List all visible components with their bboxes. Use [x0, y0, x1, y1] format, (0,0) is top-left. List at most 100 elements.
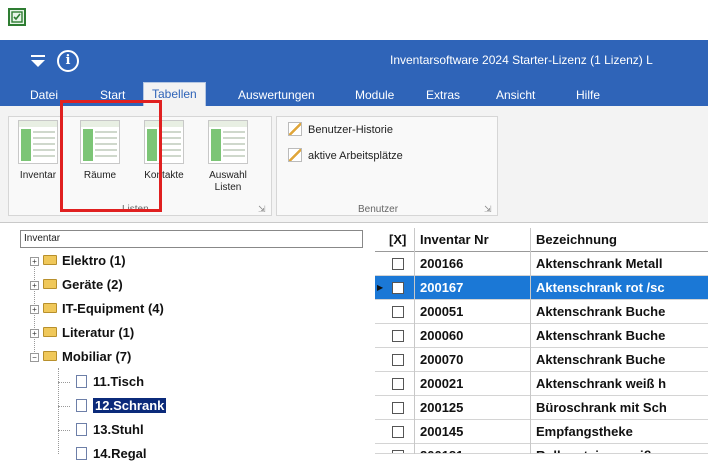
- table-row[interactable]: 200070 Aktenschrank Buche: [375, 348, 708, 372]
- column-separator[interactable]: [530, 228, 531, 454]
- row-checkbox[interactable]: [392, 330, 404, 342]
- aktive-arbeitsplaetze-label: aktive Arbeitsplätze: [308, 150, 403, 162]
- tree-item-it-equipment[interactable]: + IT-Equipment (4): [30, 299, 164, 319]
- tab-ansicht[interactable]: Ansicht: [488, 84, 543, 106]
- tree-item-schrank[interactable]: 12.Schrank: [76, 396, 167, 416]
- tree-item-stuhl[interactable]: 13.Stuhl: [76, 420, 144, 440]
- pencil-edit-icon: [288, 122, 302, 136]
- row-indicator-icon: ▶: [377, 283, 384, 292]
- cell-inventar-nr: 200125: [420, 400, 464, 415]
- tree-item-label: Literatur (1): [62, 325, 135, 340]
- tab-extras[interactable]: Extras: [418, 84, 468, 106]
- tree-item-geraete[interactable]: + Geräte (2): [30, 275, 123, 295]
- folder-icon: [43, 303, 57, 313]
- cell-inventar-nr: 200060: [420, 328, 464, 343]
- row-checkbox[interactable]: [392, 426, 404, 438]
- ribbon-button-auswahl-listen[interactable]: Auswahl Listen: [200, 118, 256, 206]
- table-row[interactable]: 200060 Aktenschrank Buche: [375, 324, 708, 348]
- tree-item-literatur[interactable]: + Literatur (1): [30, 323, 134, 343]
- tab-auswertungen[interactable]: Auswertungen: [230, 84, 323, 106]
- table-row[interactable]: 200021 Aktenschrank weiß h: [375, 372, 708, 396]
- cell-bezeichnung: Aktenschrank Buche: [536, 328, 666, 343]
- tree-item-label: Elektro (1): [62, 253, 126, 268]
- document-icon: [76, 375, 87, 388]
- dialog-launcher-icon[interactable]: ⇲: [258, 204, 266, 215]
- row-checkbox[interactable]: [392, 402, 404, 414]
- cell-bezeichnung: Aktenschrank Metall: [536, 256, 663, 271]
- folder-icon: [43, 279, 57, 289]
- expand-toggle[interactable]: +: [30, 329, 39, 338]
- document-icon: [76, 399, 87, 412]
- tree-guide-line: [58, 368, 59, 454]
- ribbon-button-label: Auswahl Listen: [209, 170, 247, 193]
- row-checkbox[interactable]: [392, 306, 404, 318]
- dialog-launcher-icon[interactable]: ⇲: [484, 204, 492, 215]
- cell-bezeichnung: Aktenschrank Buche: [536, 352, 666, 367]
- folder-icon: [43, 255, 57, 265]
- cell-inventar-nr: 200021: [420, 376, 464, 391]
- aktive-arbeitsplaetze-button[interactable]: aktive Arbeitsplätze: [288, 148, 403, 162]
- ribbon-button-inventar[interactable]: Inventar: [10, 118, 66, 206]
- expand-toggle[interactable]: +: [30, 305, 39, 314]
- tree-item-label: 13.Stuhl: [93, 422, 144, 437]
- tab-module[interactable]: Module: [347, 84, 402, 106]
- cell-bezeichnung: Aktenschrank weiß h: [536, 376, 667, 391]
- document-icon: [76, 423, 87, 436]
- row-checkbox[interactable]: [392, 378, 404, 390]
- cell-bezeichnung: Rollcontainer weiß: [536, 444, 708, 453]
- tree-item-mobiliar[interactable]: − Mobiliar (7): [30, 347, 131, 367]
- row-checkbox[interactable]: [392, 282, 404, 294]
- open-folder-icon: [43, 351, 57, 361]
- tab-hilfe[interactable]: Hilfe: [568, 84, 608, 106]
- column-header-bezeichnung[interactable]: Bezeichnung: [536, 228, 617, 252]
- table-icon: [208, 120, 248, 164]
- column-header-select[interactable]: [X]: [389, 228, 406, 252]
- folder-icon: [43, 327, 57, 337]
- tree-item-elektro[interactable]: + Elektro (1): [30, 251, 126, 271]
- benutzer-historie-button[interactable]: Benutzer-Historie: [288, 122, 393, 136]
- cell-inventar-nr: 200145: [420, 424, 464, 439]
- cell-inventar-nr: 200167: [420, 280, 464, 295]
- table-row[interactable]: 200181 Rollcontainer weiß: [375, 444, 708, 454]
- row-checkbox[interactable]: [392, 258, 404, 270]
- tree-item-label: IT-Equipment (4): [62, 301, 164, 316]
- table-icon: [18, 120, 58, 164]
- cell-bezeichnung: Empfangstheke: [536, 424, 633, 439]
- benutzer-historie-label: Benutzer-Historie: [308, 124, 393, 136]
- table-row[interactable]: 200145 Empfangstheke: [375, 420, 708, 444]
- tree-header: Inventar: [20, 230, 363, 248]
- tree-item-label: 12.Schrank: [93, 398, 167, 413]
- expand-toggle[interactable]: +: [30, 257, 39, 266]
- expand-toggle[interactable]: +: [30, 281, 39, 290]
- row-checkbox[interactable]: [392, 450, 404, 453]
- collapse-toggle[interactable]: −: [30, 353, 39, 362]
- group-label-benutzer: Benutzer: [358, 204, 399, 215]
- cell-inventar-nr: 200051: [420, 304, 464, 319]
- dropdown-menu-icon[interactable]: [28, 53, 48, 69]
- column-header-inventar-nr[interactable]: Inventar Nr: [420, 228, 489, 252]
- info-icon[interactable]: i: [57, 50, 79, 72]
- cell-bezeichnung: Büroschrank mit Sch: [536, 400, 667, 415]
- grid-header-row: [X] Inventar Nr Bezeichnung: [375, 228, 708, 252]
- tree-item-label: Geräte (2): [62, 277, 123, 292]
- tree-guide-line: [58, 382, 70, 383]
- column-separator[interactable]: [414, 228, 415, 454]
- red-highlight-box: [60, 100, 162, 212]
- table-row-selected[interactable]: ▶ 200167 Aktenschrank rot /sc: [375, 276, 708, 300]
- table-row[interactable]: 200125 Büroschrank mit Sch: [375, 396, 708, 420]
- spreadsheet-app-icon[interactable]: [8, 8, 26, 26]
- window-title: Inventarsoftware 2024 Starter-Lizenz (1 …: [390, 53, 653, 67]
- tree-guide-line: [58, 430, 70, 431]
- pencil-edit-icon: [288, 148, 302, 162]
- tree-item-label: 11.Tisch: [93, 374, 145, 389]
- tree-item-regal[interactable]: 14.Regal: [76, 444, 146, 464]
- table-row[interactable]: 200166 Aktenschrank Metall: [375, 252, 708, 276]
- title-strip: [0, 0, 708, 40]
- table-row[interactable]: 200051 Aktenschrank Buche: [375, 300, 708, 324]
- cell-bezeichnung: Aktenschrank Buche: [536, 304, 666, 319]
- cell-inventar-nr: 200070: [420, 352, 464, 367]
- cell-bezeichnung: Aktenschrank rot /sc: [536, 280, 665, 295]
- tree-item-tisch[interactable]: 11.Tisch: [76, 372, 144, 392]
- tree-guide-line: [58, 406, 70, 407]
- row-checkbox[interactable]: [392, 354, 404, 366]
